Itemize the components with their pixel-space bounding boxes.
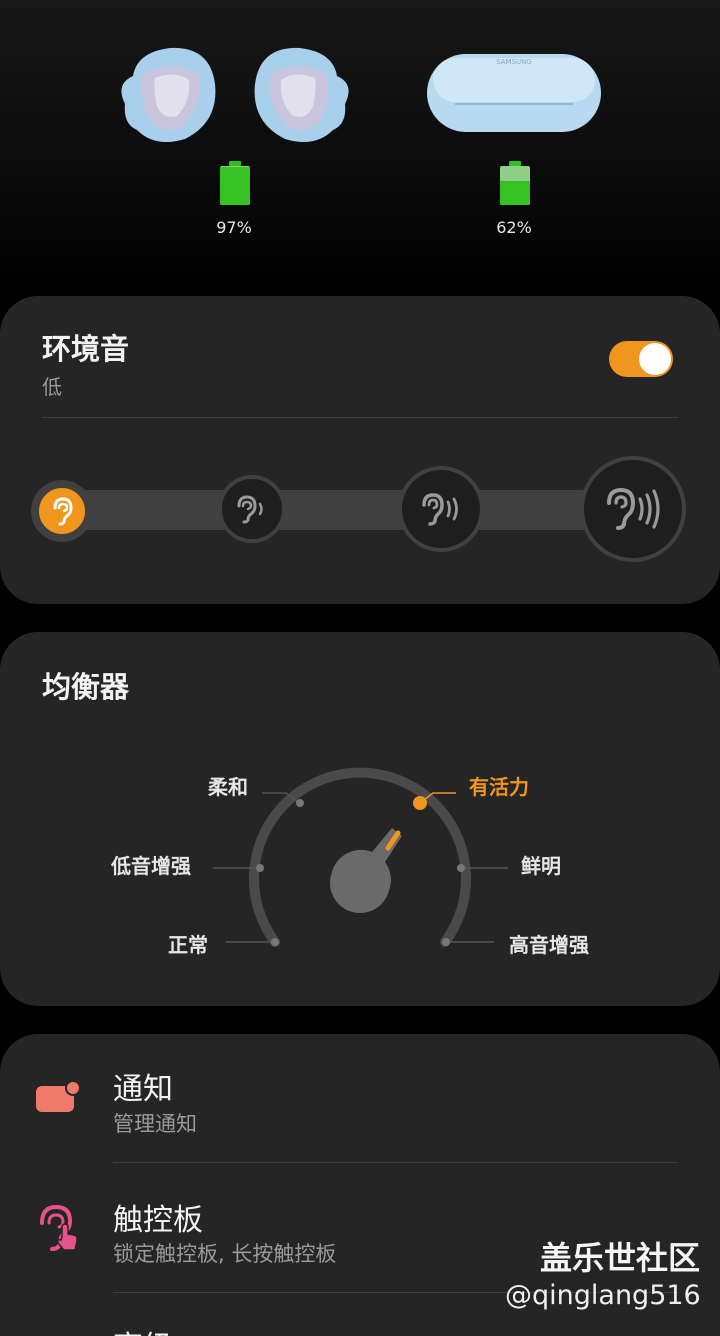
equalizer-dial[interactable] xyxy=(0,740,720,980)
watermark-user: @qinglang516 xyxy=(505,1280,701,1311)
ear-icon xyxy=(53,497,73,526)
touchpad-title: 触控板 xyxy=(113,1203,203,1238)
eq-preset-treble-boost[interactable]: 高音增强 xyxy=(509,929,589,958)
ambient-level-track[interactable] xyxy=(60,490,650,530)
preset-dot-normal[interactable] xyxy=(271,938,279,946)
ambient-sound-title: 环境音 xyxy=(42,332,130,366)
eq-preset-dynamic[interactable]: 有活力 xyxy=(469,771,529,800)
ambient-level-3-button[interactable] xyxy=(398,466,484,552)
ambient-level-1-button[interactable] xyxy=(35,484,89,538)
advanced-title: 高级 xyxy=(113,1322,173,1336)
ear-sound-icon xyxy=(422,493,458,526)
list-divider xyxy=(113,1162,678,1163)
buds-battery-label: 97% xyxy=(216,218,252,237)
case-battery-label: 62% xyxy=(496,218,532,237)
touchpad-icon xyxy=(40,1204,78,1251)
buds-battery-icon xyxy=(220,161,250,205)
ambient-level-2-button[interactable] xyxy=(218,475,286,543)
preset-dot-clear[interactable] xyxy=(457,864,465,872)
eq-preset-bass-boost[interactable]: 低音增强 xyxy=(111,850,191,879)
toggle-knob xyxy=(639,343,671,375)
eq-preset-normal[interactable]: 正常 xyxy=(168,929,208,958)
ear-sound-icon xyxy=(237,495,263,524)
notification-subtitle: 管理通知 xyxy=(113,1112,197,1136)
left-earbud-image xyxy=(121,47,216,142)
ambient-sound-level-label: 低 xyxy=(42,375,62,399)
equalizer-knob[interactable] xyxy=(330,828,402,913)
notification-item[interactable] xyxy=(0,1050,720,1162)
eq-preset-soft[interactable]: 柔和 xyxy=(208,771,248,800)
notification-icon xyxy=(36,1080,81,1112)
equalizer-title: 均衡器 xyxy=(42,670,130,704)
touchpad-subtitle: 锁定触控板, 长按触控板 xyxy=(113,1242,337,1266)
preset-dot-bass[interactable] xyxy=(256,864,264,872)
ear-sound-icon xyxy=(607,487,660,530)
notification-title: 通知 xyxy=(113,1072,173,1107)
device-status: SAMSUNG 97% 62% xyxy=(0,0,720,260)
preset-dot-soft[interactable] xyxy=(296,799,304,807)
ambient-sound-toggle[interactable] xyxy=(609,341,673,377)
eq-preset-clear[interactable]: 鲜明 xyxy=(521,850,561,879)
case-brand-text: SAMSUNG xyxy=(496,58,532,66)
case-battery-icon xyxy=(500,161,530,205)
watermark-site: 盖乐世社区 xyxy=(540,1239,701,1277)
right-earbud-image xyxy=(254,47,349,142)
charging-case-image: SAMSUNG xyxy=(427,54,601,132)
ambient-level-4-button[interactable] xyxy=(580,456,686,562)
ambient-divider xyxy=(42,417,678,418)
preset-dot-dynamic[interactable] xyxy=(413,796,427,810)
preset-dot-treble[interactable] xyxy=(442,938,450,946)
